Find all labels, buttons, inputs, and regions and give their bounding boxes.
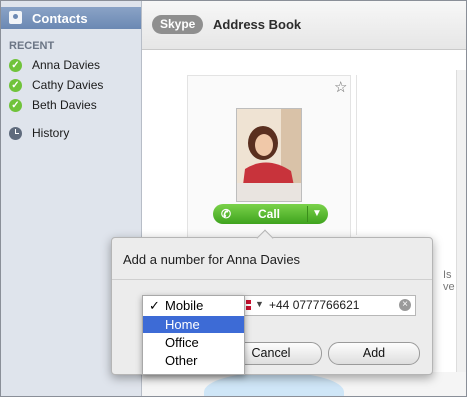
recent-header: RECENT [9, 40, 55, 52]
phone-number-field[interactable]: ▼ +44 0777766621 × [236, 295, 416, 316]
phone-number-value: +44 0777766621 [269, 298, 360, 312]
header: Skype Address Book [142, 1, 466, 50]
menu-item-mobile[interactable]: ✓ Mobile [143, 297, 244, 314]
sidebar-item-contacts[interactable]: Contacts [1, 7, 141, 29]
menu-item-label: Office [165, 335, 199, 350]
divider [112, 279, 432, 280]
contact-photo [236, 108, 302, 202]
menu-item-label: Mobile [165, 298, 204, 313]
menu-item-home[interactable]: Home [143, 316, 244, 333]
separator [307, 206, 308, 222]
contact-photo-image [237, 109, 301, 201]
recent-item-label: Beth Davies [32, 98, 97, 112]
contact-card[interactable] [356, 75, 466, 235]
chevron-down-icon[interactable]: ▼ [312, 208, 322, 219]
menu-item-label: Other [165, 353, 198, 368]
scrollbar[interactable] [456, 70, 466, 390]
sidebar-item-label: History [32, 126, 70, 140]
clear-icon[interactable]: × [399, 299, 411, 311]
online-status-icon: ✓ [9, 59, 22, 72]
chevron-down-icon[interactable]: ▼ [255, 299, 264, 309]
online-status-icon: ✓ [9, 79, 22, 92]
online-status-icon: ✓ [9, 99, 22, 112]
call-button[interactable]: ✆ Call ▼ [213, 204, 328, 224]
menu-item-label: Home [165, 317, 200, 332]
number-type-menu[interactable]: ✓ Mobile Home Office Other [142, 295, 245, 375]
checkmark-icon: ✓ [149, 298, 160, 313]
sheet-title: Add a number for Anna Davies [123, 252, 301, 267]
add-button[interactable]: Add [328, 342, 420, 365]
window: Contacts RECENT ✓ Anna Davies ✓ Cathy Da… [0, 0, 467, 397]
recent-item-label: Anna Davies [32, 58, 101, 72]
menu-item-office[interactable]: Office [143, 334, 244, 351]
skype-button[interactable]: Skype [152, 15, 204, 34]
phone-icon: ✆ [221, 207, 232, 221]
page-title: Address Book [213, 17, 302, 32]
recent-item-label: Cathy Davies [32, 78, 104, 92]
contacts-icon [9, 11, 22, 24]
star-icon[interactable]: ☆ [334, 78, 347, 96]
call-label: Call [258, 207, 281, 221]
sidebar-item-label: Contacts [32, 11, 88, 26]
menu-item-other[interactable]: Other [143, 352, 244, 369]
clock-icon [9, 127, 22, 140]
